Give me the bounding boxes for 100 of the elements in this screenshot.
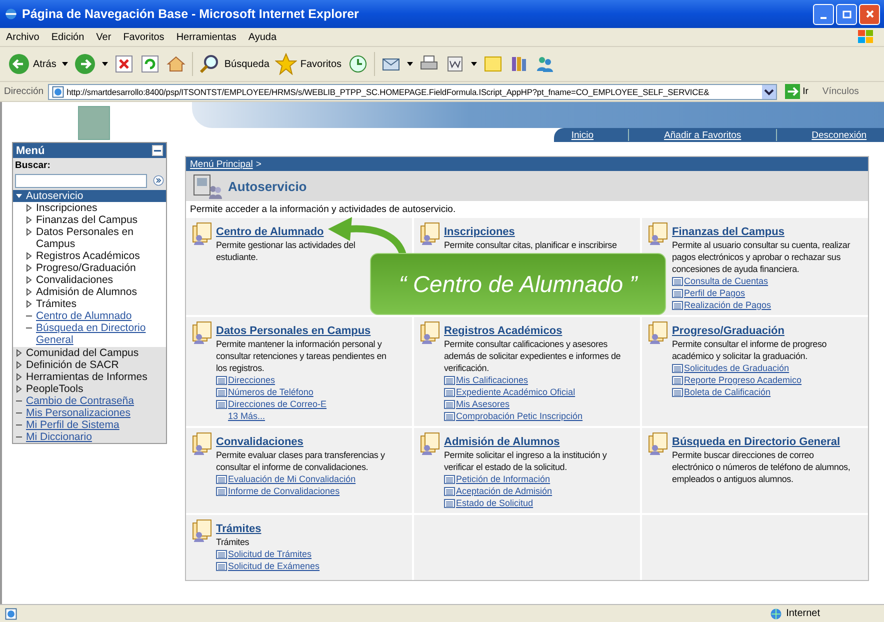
category-description: Permite solicitar el ingreso a la institución y verificar el estado de la solicitud. — [444, 449, 608, 473]
search-field[interactable] — [15, 174, 147, 188]
breadcrumb-link[interactable]: Menú Principal — [190, 158, 253, 170]
people-icon[interactable] — [534, 54, 555, 74]
refresh-icon[interactable] — [140, 54, 160, 74]
menu-folder[interactable]: Herramientas de Informes — [13, 371, 166, 383]
history-icon[interactable] — [348, 54, 368, 74]
task-link[interactable]: Direcciones de Correo-E — [228, 398, 327, 410]
task-link[interactable]: Estado de Solicitud — [456, 497, 534, 509]
task-link[interactable]: Perfil de Pagos — [684, 287, 746, 299]
task-link[interactable]: Realización de Pagos — [684, 299, 772, 311]
menu-link[interactable]: Cambio de Contraseña — [13, 395, 166, 407]
task-link[interactable]: Evaluación de Mi Convalidación — [228, 473, 356, 485]
menu-folder[interactable]: PeopleTools — [13, 383, 166, 395]
more-link[interactable]: 13 Más... — [228, 410, 266, 422]
menu-item[interactable]: Ver — [96, 32, 112, 42]
list-icon — [444, 376, 455, 384]
forward-button[interactable] — [74, 53, 96, 75]
dropdown-icon[interactable] — [762, 84, 776, 98]
close-button[interactable] — [859, 4, 880, 24]
menu-folder[interactable]: Autoservicio — [13, 190, 166, 202]
category-link[interactable]: Registros Académicos — [444, 325, 562, 337]
category-link[interactable]: Centro de Alumnado — [216, 226, 324, 238]
search-button[interactable]: Búsqueda — [199, 53, 270, 75]
search-label: Buscar: — [15, 160, 52, 171]
menu-link[interactable]: Mis Personalizaciones — [13, 407, 166, 419]
task-link[interactable]: Solicitud de Trámites — [228, 548, 312, 560]
task-link[interactable]: Aceptación de Admisión — [456, 485, 552, 497]
menu-item[interactable]: Edición — [51, 32, 84, 42]
edit-icon[interactable] — [444, 54, 465, 74]
category-link[interactable]: Admisión de Alumnos — [444, 436, 560, 448]
menu-item[interactable]: Favoritos — [123, 32, 164, 42]
category-link[interactable]: Trámites — [216, 523, 262, 535]
task-link[interactable]: Boleta de Calificación — [684, 386, 771, 398]
menu-folder[interactable]: Admisión de Alumnos — [13, 286, 166, 298]
menu-folder[interactable]: Inscripciones — [13, 202, 166, 214]
close-icon — [864, 9, 874, 19]
category-description: Permite consultar el informe de progreso académico y solicitar la graduación. — [672, 338, 828, 362]
task-link[interactable]: Números de Teléfono — [228, 386, 314, 398]
stop-icon[interactable] — [114, 54, 134, 74]
task-link[interactable]: Expediente Académico Oficial — [456, 386, 576, 398]
task-link[interactable]: Mis Calificaciones — [456, 374, 528, 386]
menu-item[interactable]: Ayuda — [248, 32, 277, 42]
category-icon — [646, 431, 670, 455]
task-link[interactable]: Reporte Progreso Academico — [684, 374, 802, 386]
caret-icon[interactable] — [470, 62, 477, 66]
task-link[interactable]: Petición de Información — [456, 473, 550, 485]
menu-folder[interactable]: Comunidad del Campus — [13, 347, 166, 359]
menu-folder[interactable]: Convalidaciones — [13, 274, 166, 286]
category-link[interactable]: Progreso/Graduación — [672, 325, 784, 337]
menu-folder[interactable]: Finanzas del Campus — [13, 214, 166, 226]
maximize-button[interactable] — [836, 4, 857, 24]
star-icon — [275, 53, 298, 75]
category-description: Permite evaluar clases para transferencias y consultar el informe de convalidaciones. — [216, 449, 386, 473]
category-link[interactable]: Búsqueda en Directorio General — [672, 436, 840, 448]
menu-folder[interactable]: Datos Personales en Campus — [13, 226, 166, 250]
category-link[interactable]: Datos Personales en Campus — [216, 325, 371, 337]
menu-link[interactable]: Mi Diccionario — [13, 431, 166, 443]
menu-link[interactable]: Mi Perfil de Sistema — [13, 419, 166, 431]
header-nav-link[interactable]: Inicio — [571, 130, 594, 140]
caret-icon[interactable] — [62, 62, 68, 66]
task-link[interactable]: Solicitudes de Graduación — [684, 362, 790, 374]
header-nav-link[interactable]: Añadir a Favoritos — [664, 130, 742, 140]
header-nav-link[interactable]: Desconexión — [812, 130, 867, 140]
maximize-icon — [842, 9, 852, 19]
menu-item[interactable]: Archivo — [6, 32, 40, 42]
search-go-icon[interactable] — [153, 173, 164, 188]
minimize-button[interactable] — [813, 4, 834, 24]
task-link[interactable]: Informe de Convalidaciones — [228, 485, 340, 497]
back-button[interactable]: Atrás — [8, 53, 56, 75]
category-link[interactable]: Inscripciones — [444, 226, 515, 238]
task-link[interactable]: Comprobación Petic Inscripción — [456, 410, 583, 422]
caret-icon[interactable] — [102, 62, 108, 66]
task-link[interactable]: Solicitud de Exámenes — [228, 560, 320, 572]
task-link[interactable]: Mis Asesores — [456, 398, 510, 410]
links-label[interactable]: Vínculos — [822, 86, 859, 97]
browser-icon — [4, 7, 18, 21]
menu-folder[interactable]: Trámites — [13, 298, 166, 310]
collapse-icon[interactable] — [152, 145, 163, 156]
list-icon — [216, 550, 227, 558]
list-icon — [672, 300, 683, 310]
menu-link[interactable]: Centro de Alumnado — [13, 310, 166, 322]
task-link[interactable]: Direcciones — [228, 374, 276, 386]
go-button[interactable]: Ir — [780, 84, 818, 99]
menu-folder[interactable]: Registros Académicos — [13, 250, 166, 262]
menu-folder[interactable]: Definición de SACR — [13, 359, 166, 371]
home-icon[interactable] — [166, 54, 186, 74]
favorites-button[interactable]: Favoritos — [275, 53, 342, 75]
caret-icon[interactable] — [406, 62, 413, 66]
menu-link[interactable]: Búsqueda en Directorio General — [13, 322, 166, 346]
address-field[interactable]: http://smartdesarrollo:8400/psp/ITSONTST/EMPLOYEE/HRMS/s/WEBLIB_PTPP_SC.HOMEPAGE.FieldFormula.IScript_AppHP?pt_fname=CO_EMPLOYEE_SELF_SERVICE& — [48, 84, 777, 100]
windows-logo-icon — [856, 29, 876, 45]
category-link[interactable]: Finanzas del Campus — [672, 226, 784, 238]
minimize-icon — [820, 16, 827, 18]
task-link[interactable]: Consulta de Cuentas — [684, 275, 768, 287]
menu-item[interactable]: Herramientas — [176, 32, 236, 42]
category-link[interactable]: Convalidaciones — [216, 436, 304, 448]
menu-folder[interactable]: Progreso/Graduación — [13, 262, 166, 274]
category-icon — [418, 221, 442, 245]
list-icon — [672, 364, 683, 372]
